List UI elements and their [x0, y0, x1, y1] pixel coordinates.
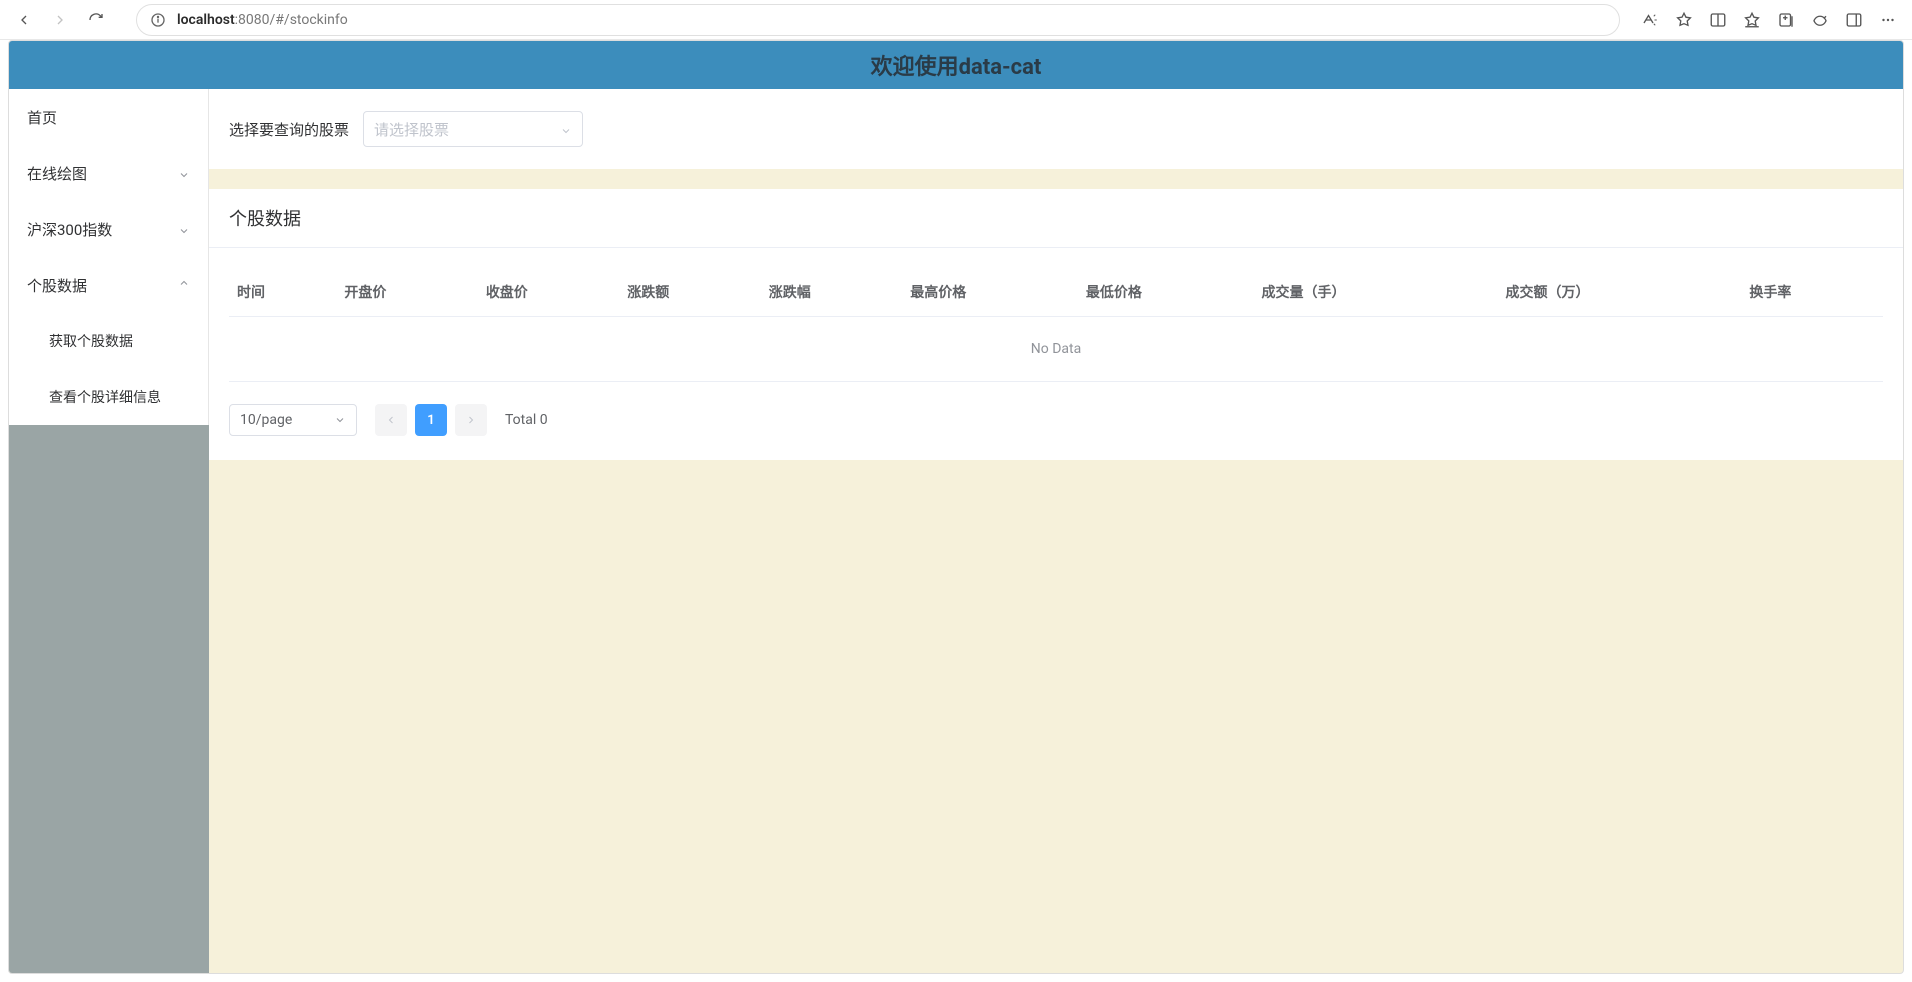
pager: 1: [375, 404, 487, 436]
col-low: 最低价格: [1078, 268, 1254, 317]
sidebar-item-label: 沪深300指数: [27, 219, 112, 240]
col-amount: 成交额（万）: [1497, 268, 1741, 317]
browser-forward-button[interactable]: [46, 6, 74, 34]
browser-chrome: localhost:8080/#/stockinfo: [0, 0, 1912, 40]
pagination-total: Total 0: [505, 412, 548, 428]
sidebar-item-stock-data[interactable]: 个股数据: [9, 257, 208, 313]
chevron-down-icon: [178, 167, 190, 179]
col-turnover: 换手率: [1741, 268, 1883, 317]
browser-refresh-button[interactable]: [82, 6, 110, 34]
sidebar-item-online-chart[interactable]: 在线绘图: [9, 145, 208, 201]
col-time: 时间: [229, 268, 336, 317]
pager-prev-button[interactable]: [375, 404, 407, 436]
url-host: localhost: [177, 12, 235, 28]
sidebar-item-home[interactable]: 首页: [9, 89, 208, 145]
table-header-row: 时间 开盘价 收盘价 涨跌额 涨跌幅 最高价格 最低价格 成交量（手） 成交额（…: [229, 268, 1883, 317]
sidebar-item-index300[interactable]: 沪深300指数: [9, 201, 208, 257]
main-content: 选择要查询的股票 请选择股票 个股数据 时间 开盘价: [209, 89, 1903, 973]
favorites-icon[interactable]: [1738, 6, 1766, 34]
col-high: 最高价格: [902, 268, 1078, 317]
sidebar-item-label: 在线绘图: [27, 163, 87, 184]
sidebar-subitem-fetch-stock[interactable]: 获取个股数据: [9, 313, 208, 369]
sidebar-item-label: 个股数据: [27, 275, 87, 296]
stock-table: 时间 开盘价 收盘价 涨跌额 涨跌幅 最高价格 最低价格 成交量（手） 成交额（…: [229, 268, 1883, 382]
pager-page-1[interactable]: 1: [415, 404, 447, 436]
collections-icon[interactable]: [1772, 6, 1800, 34]
col-change-pct: 涨跌幅: [761, 268, 902, 317]
col-open: 开盘价: [336, 268, 477, 317]
stock-data-panel: 个股数据 时间 开盘价 收盘价 涨跌额 涨跌幅 最高价格 最低价格: [209, 189, 1903, 460]
sidebar-subitem-view-stock-detail[interactable]: 查看个股详细信息: [9, 369, 208, 425]
sidebar: 首页 在线绘图 沪深300指数: [9, 89, 209, 973]
app-title: 欢迎使用data-cat: [871, 49, 1042, 81]
sidebar-item-label: 首页: [27, 107, 57, 128]
filter-label: 选择要查询的股票: [229, 119, 349, 140]
stock-select[interactable]: 请选择股票: [363, 111, 583, 147]
chevron-down-icon: [334, 414, 346, 426]
url-path: :8080/#/stockinfo: [235, 12, 348, 28]
no-data-text: No Data: [229, 317, 1883, 382]
site-info-icon[interactable]: [149, 11, 167, 29]
col-volume: 成交量（手）: [1254, 268, 1498, 317]
split-screen-icon[interactable]: [1704, 6, 1732, 34]
chevron-down-icon: [560, 123, 572, 135]
col-close: 收盘价: [478, 268, 619, 317]
chevron-up-icon: [178, 279, 190, 291]
page-size-select[interactable]: 10/page: [229, 404, 357, 436]
filter-bar: 选择要查询的股票 请选择股票: [209, 89, 1903, 169]
browser-address-bar[interactable]: localhost:8080/#/stockinfo: [136, 4, 1620, 36]
sidebar-item-label: 获取个股数据: [49, 331, 133, 351]
panel-title: 个股数据: [209, 189, 1903, 248]
more-icon[interactable]: [1874, 6, 1902, 34]
page-size-label: 10/page: [240, 412, 292, 428]
sidebar-toggle-icon[interactable]: [1840, 6, 1868, 34]
app-header: 欢迎使用data-cat: [9, 41, 1903, 89]
app-viewport: 欢迎使用data-cat 首页 在线绘图 沪深300指数: [8, 40, 1904, 974]
star-icon[interactable]: [1670, 6, 1698, 34]
select-placeholder: 请选择股票: [374, 119, 449, 140]
performance-icon[interactable]: [1806, 6, 1834, 34]
pager-next-button[interactable]: [455, 404, 487, 436]
col-change: 涨跌额: [619, 268, 760, 317]
sidebar-submenu: 获取个股数据 查看个股详细信息: [9, 313, 208, 425]
sidebar-menu: 首页 在线绘图 沪深300指数: [9, 89, 208, 425]
browser-back-button[interactable]: [10, 6, 38, 34]
pagination: 10/page 1 Total 0: [209, 382, 1903, 460]
table-empty-row: No Data: [229, 317, 1883, 382]
chevron-down-icon: [178, 223, 190, 235]
sidebar-item-label: 查看个股详细信息: [49, 387, 161, 407]
url-text: localhost:8080/#/stockinfo: [177, 12, 348, 28]
read-aloud-icon[interactable]: [1636, 6, 1664, 34]
